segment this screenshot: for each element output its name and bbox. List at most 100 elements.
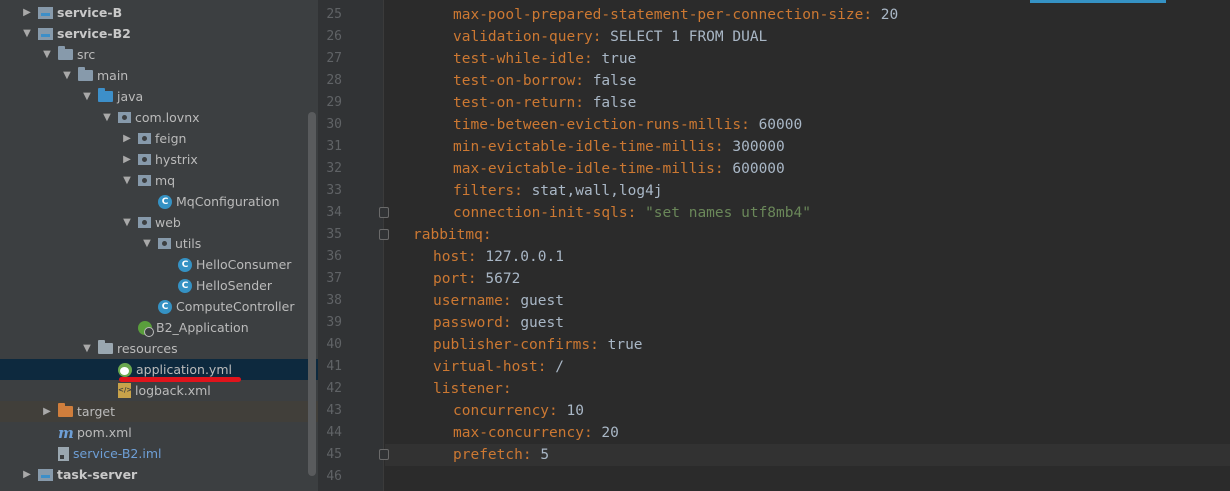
tree-item-utils[interactable]: ▼ utils: [0, 233, 318, 254]
tree-item-service-b2-iml[interactable]: service-B2.iml: [0, 443, 318, 464]
yaml-key: port: [433, 271, 468, 287]
code-line[interactable]: connection-init-sqls: "set names utf8mb4…: [453, 202, 811, 224]
yaml-colon: :: [467, 271, 477, 287]
yaml-value: 127.0.0.1: [485, 249, 564, 265]
expand-down-icon[interactable]: ▼: [120, 174, 134, 188]
tree-item-label: B2_Application: [156, 320, 249, 335]
tree-item-label: task-server: [57, 467, 138, 482]
tree-item-src[interactable]: ▼ src: [0, 44, 318, 65]
tree-item-service-b[interactable]: ▶ service-B: [0, 2, 318, 23]
code-line[interactable]: port: 5672: [433, 268, 520, 290]
tree-item-computecontroller[interactable]: C ComputeController: [0, 296, 318, 317]
code-line[interactable]: listener:: [433, 378, 512, 400]
tree-item-hystrix[interactable]: ▶ hystrix: [0, 149, 318, 170]
tree-item-service-b2[interactable]: ▼ service-B2: [0, 23, 318, 44]
package-icon: [138, 154, 151, 165]
line-number: 29: [326, 95, 342, 110]
tree-item-com-lovnx[interactable]: ▼ com.lovnx: [0, 107, 318, 128]
expand-down-icon[interactable]: ▼: [40, 48, 54, 62]
yaml-colon: :: [514, 183, 523, 199]
tree-item-label: pom.xml: [77, 425, 132, 440]
line-number: 27: [326, 51, 342, 66]
expand-down-icon[interactable]: ▼: [80, 90, 94, 104]
no-arrow-spacer: [40, 426, 54, 440]
expand-down-icon[interactable]: ▼: [80, 342, 94, 356]
expand-down-icon[interactable]: ▼: [20, 27, 34, 41]
collapse-right-icon[interactable]: ▶: [120, 132, 134, 146]
collapse-right-icon[interactable]: ▶: [20, 6, 34, 20]
tree-item-mqconfiguration[interactable]: C MqConfiguration: [0, 191, 318, 212]
yaml-colon: :: [482, 227, 492, 243]
tree-item-hellosender[interactable]: C HelloSender: [0, 275, 318, 296]
class-icon: C: [178, 278, 192, 293]
yaml-value: true: [601, 51, 637, 67]
code-line[interactable]: host: 127.0.0.1: [433, 246, 564, 268]
code-line[interactable]: password: guest: [433, 312, 564, 334]
package-icon: [138, 217, 151, 228]
expand-down-icon[interactable]: ▼: [100, 111, 114, 125]
code-line[interactable]: concurrency: 10: [453, 400, 584, 422]
iml-file-icon: [58, 446, 69, 461]
fold-marker-icon[interactable]: [379, 229, 389, 240]
tree-item-target[interactable]: ▶ target: [0, 401, 318, 422]
module-folder-icon: [38, 27, 53, 40]
tree-item-resources[interactable]: ▼ resources: [0, 338, 318, 359]
module-folder-icon: [38, 6, 53, 19]
code-line[interactable]: publisher-confirms: true: [433, 334, 643, 356]
tree-item-helloconsumer[interactable]: C HelloConsumer: [0, 254, 318, 275]
yaml-value: 300000: [732, 139, 785, 155]
yaml-key: rabbitmq: [413, 227, 483, 243]
yaml-key: max-concurrency: [453, 425, 584, 441]
code-line[interactable]: filters: stat,wall,log4j: [453, 180, 663, 202]
tree-item-java[interactable]: ▼ java: [0, 86, 318, 107]
tree-item-b2-application[interactable]: B2_Application: [0, 317, 318, 338]
code-line[interactable]: min-evictable-idle-time-millis: 300000: [453, 136, 785, 158]
collapse-right-icon[interactable]: ▶: [40, 405, 54, 419]
yaml-colon: :: [590, 337, 599, 353]
package-icon: [138, 175, 151, 186]
yaml-key: test-while-idle: [453, 51, 584, 67]
fold-marker-icon[interactable]: [379, 207, 389, 218]
tree-item-main[interactable]: ▼ main: [0, 65, 318, 86]
fold-marker-icon[interactable]: [379, 449, 389, 460]
code-line[interactable]: test-on-return: false: [453, 92, 636, 114]
code-line[interactable]: test-while-idle: true: [453, 48, 636, 70]
expand-down-icon[interactable]: ▼: [140, 237, 154, 251]
yaml-colon: :: [467, 249, 477, 265]
no-arrow-spacer: [100, 384, 114, 398]
code-line[interactable]: max-concurrency: 20: [453, 422, 619, 444]
yaml-key: username: [433, 293, 503, 309]
code-line[interactable]: rabbitmq:: [413, 224, 492, 246]
project-tree-panel: ▶ service-B ▼ service-B2 ▼ src ▼ main ▼ java ▼ com.…: [0, 0, 318, 491]
collapse-right-icon[interactable]: ▶: [120, 153, 134, 167]
code-line[interactable]: max-pool-prepared-statement-per-connecti…: [453, 4, 898, 26]
spring-boot-class-icon: [138, 320, 154, 337]
code-line[interactable]: validation-query: SELECT 1 FROM DUAL: [453, 26, 767, 48]
tree-item-label: service-B2: [57, 26, 131, 41]
expand-down-icon[interactable]: ▼: [120, 216, 134, 230]
collapse-right-icon[interactable]: ▶: [20, 468, 34, 482]
yaml-key: connection-init-sqls: [453, 205, 628, 221]
no-arrow-spacer: [160, 258, 174, 272]
tree-item-feign[interactable]: ▶ feign: [0, 128, 318, 149]
code-line[interactable]: virtual-host: /: [433, 356, 564, 378]
code-line[interactable]: username: guest: [433, 290, 564, 312]
line-number: 30: [326, 117, 342, 132]
expand-down-icon[interactable]: ▼: [60, 69, 74, 83]
tree-item-task-server[interactable]: ▶ task-server: [0, 464, 318, 485]
line-number: 41: [326, 359, 342, 374]
tree-item-logback-xml[interactable]: </> logback.xml: [0, 380, 318, 401]
tree-item-pom-xml[interactable]: m pom.xml: [0, 422, 318, 443]
code-editor[interactable]: 25 26 27 28 29 30 31 32 33 34 35 36 37 38 39 40 41 42 43 44…: [318, 0, 1230, 491]
tree-scrollbar[interactable]: [308, 112, 316, 476]
code-line[interactable]: test-on-borrow: false: [453, 70, 636, 92]
code-line[interactable]: time-between-eviction-runs-millis: 60000: [453, 114, 802, 136]
line-number: 36: [326, 249, 342, 264]
code-line[interactable]: prefetch: 5: [453, 444, 549, 466]
no-arrow-spacer: [120, 321, 134, 335]
code-line[interactable]: max-evictable-idle-time-millis: 600000: [453, 158, 785, 180]
tree-item-mq[interactable]: ▼ mq: [0, 170, 318, 191]
yaml-colon: :: [522, 447, 532, 463]
tree-item-web[interactable]: ▼ web: [0, 212, 318, 233]
line-number: 37: [326, 271, 342, 286]
